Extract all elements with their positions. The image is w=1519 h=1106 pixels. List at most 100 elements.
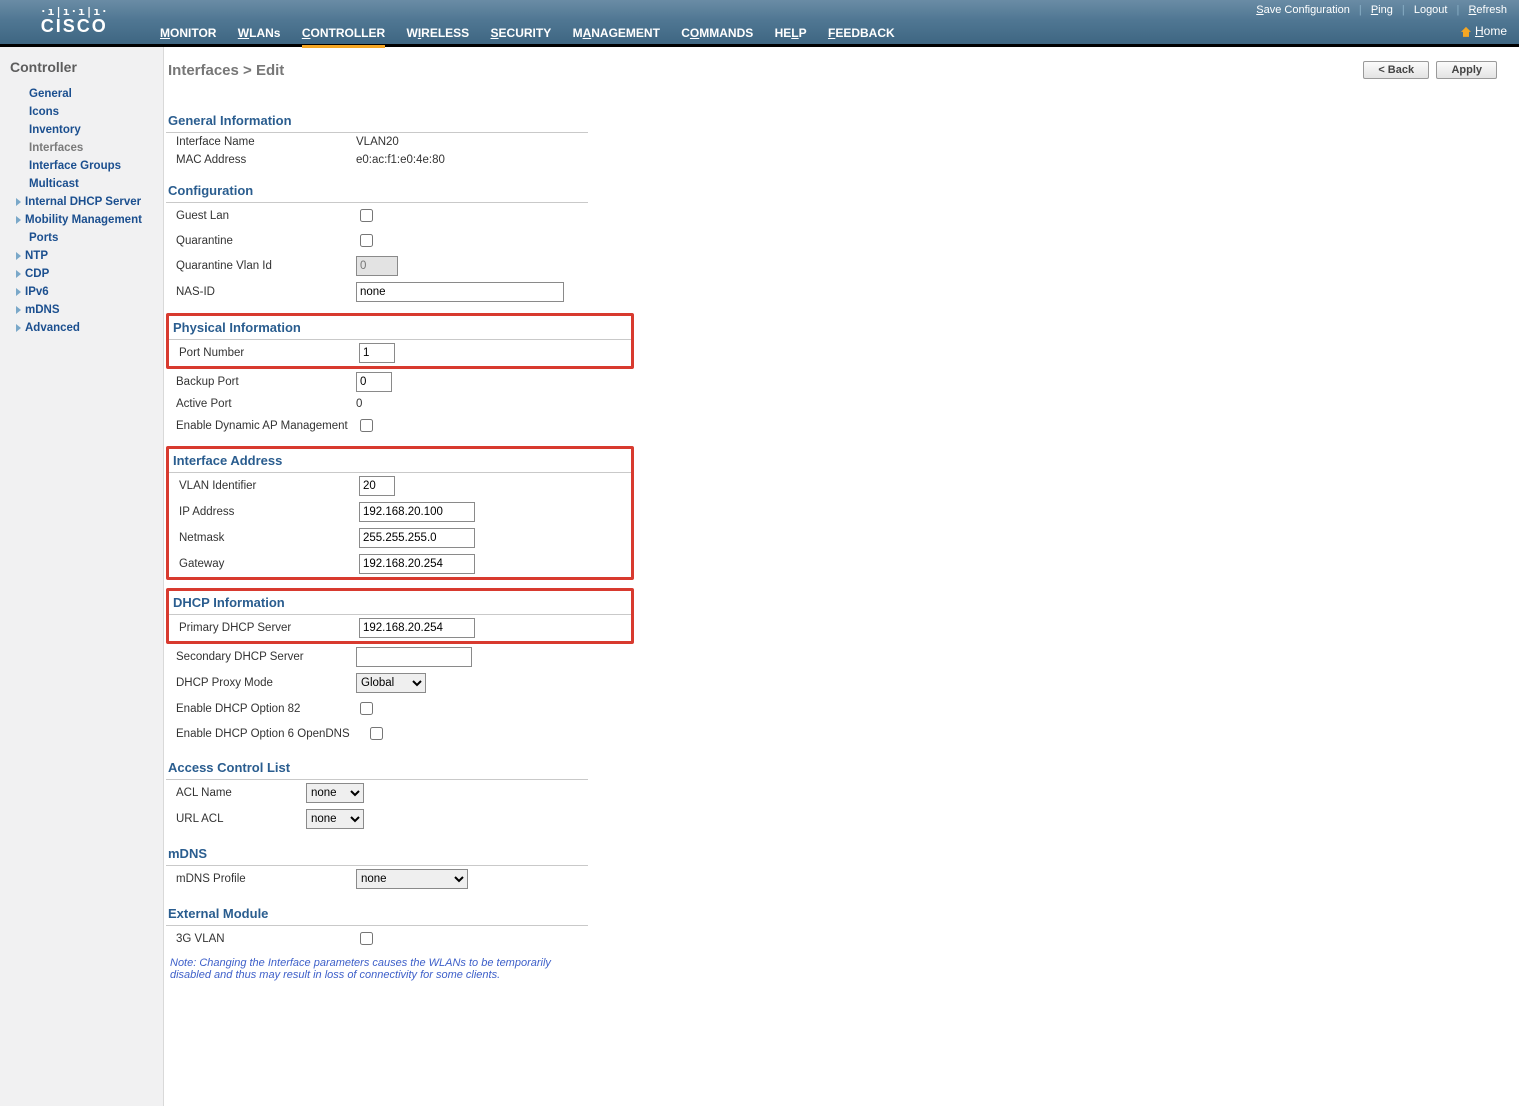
mdns-profile-select[interactable]: none (356, 869, 468, 889)
sidebar-item-ipv6[interactable]: IPv6 (4, 283, 159, 301)
section-external-module: External Module (166, 902, 588, 926)
sidebar-item-icons[interactable]: Icons (4, 103, 159, 121)
top-header: Save Configuration | Ping | Logout | Ref… (0, 0, 1519, 44)
quarantine-checkbox[interactable] (360, 234, 373, 247)
sidebar-item-internal-dhcp[interactable]: Internal DHCP Server (4, 193, 159, 211)
sidebar-item-cdp[interactable]: CDP (4, 265, 159, 283)
3g-vlan-label: 3G VLAN (166, 933, 356, 945)
caret-icon (16, 270, 21, 278)
netmask-label: Netmask (169, 532, 359, 544)
sidebar: Controller General Icons Inventory Inter… (0, 47, 164, 1106)
apply-button[interactable]: Apply (1436, 61, 1497, 79)
url-acl-select[interactable]: none (306, 809, 364, 829)
interface-name-value: VLAN20 (356, 136, 399, 148)
netmask-input[interactable] (359, 528, 475, 548)
dyn-ap-checkbox[interactable] (360, 419, 373, 432)
mac-address-value: e0:ac:f1:e0:4e:80 (356, 154, 445, 166)
refresh-link[interactable]: Refresh (1468, 4, 1507, 16)
footer-note: Note: Changing the Interface parameters … (166, 951, 570, 981)
active-port-label: Active Port (166, 398, 356, 410)
ip-address-label: IP Address (169, 506, 359, 518)
secondary-dhcp-input[interactable] (356, 647, 472, 667)
section-interface-address: Interface Address (169, 449, 631, 473)
nas-id-label: NAS-ID (166, 286, 356, 298)
section-mdns: mDNS (166, 842, 588, 866)
vlan-id-label: VLAN Identifier (169, 480, 359, 492)
sidebar-item-interface-groups[interactable]: Interface Groups (4, 157, 159, 175)
backup-port-input[interactable] (356, 372, 392, 392)
nav-wlans[interactable]: WLANs (238, 26, 281, 40)
vlan-id-input[interactable] (359, 476, 395, 496)
quarantine-label: Quarantine (166, 235, 356, 247)
caret-icon (16, 198, 21, 206)
active-port-value: 0 (356, 398, 362, 410)
nav-help[interactable]: HELP (775, 26, 807, 40)
mac-address-label: MAC Address (166, 154, 356, 166)
port-number-label: Port Number (169, 347, 359, 359)
sidebar-item-ports[interactable]: Ports (4, 229, 159, 247)
back-button[interactable]: < Back (1363, 61, 1429, 79)
interface-name-label: Interface Name (166, 136, 356, 148)
guest-lan-checkbox[interactable] (360, 209, 373, 222)
secondary-dhcp-label: Secondary DHCP Server (166, 651, 356, 663)
sidebar-item-multicast[interactable]: Multicast (4, 175, 159, 193)
url-acl-label: URL ACL (166, 813, 306, 825)
section-dhcp: DHCP Information (169, 591, 631, 615)
dhcp-proxy-label: DHCP Proxy Mode (166, 677, 356, 689)
save-configuration-link[interactable]: Save Configuration (1256, 4, 1350, 16)
cisco-logo: ·ı|ı·ı|ı· CISCO (40, 6, 109, 35)
primary-dhcp-input[interactable] (359, 618, 475, 638)
sidebar-item-mdns[interactable]: mDNS (4, 301, 159, 319)
main-nav: MONITOR WLANs CONTROLLER WIRELESS SECURI… (160, 26, 913, 40)
section-physical: Physical Information (169, 316, 631, 340)
sidebar-item-inventory[interactable]: Inventory (4, 121, 159, 139)
nav-wireless[interactable]: WIRELESS (407, 26, 470, 40)
content: Interfaces > Edit < Back Apply General I… (164, 47, 1519, 1106)
acl-name-label: ACL Name (166, 787, 306, 799)
page-breadcrumb: Interfaces > Edit (168, 62, 284, 79)
nas-id-input[interactable] (356, 282, 564, 302)
port-number-input[interactable] (359, 343, 395, 363)
logout-link[interactable]: Logout (1414, 4, 1448, 16)
dhcp-opt82-checkbox[interactable] (360, 702, 373, 715)
gateway-label: Gateway (169, 558, 359, 570)
caret-icon (16, 324, 21, 332)
sidebar-title: Controller (4, 55, 159, 85)
gateway-input[interactable] (359, 554, 475, 574)
sidebar-item-ntp[interactable]: NTP (4, 247, 159, 265)
nav-commands[interactable]: COMMANDS (681, 26, 753, 40)
nav-security[interactable]: SECURITY (491, 26, 552, 40)
caret-icon (16, 288, 21, 296)
primary-dhcp-label: Primary DHCP Server (169, 622, 359, 634)
nav-management[interactable]: MANAGEMENT (573, 26, 660, 40)
dhcp-proxy-select[interactable]: Global (356, 673, 426, 693)
caret-icon (16, 306, 21, 314)
sidebar-item-advanced[interactable]: Advanced (4, 319, 159, 337)
acl-name-select[interactable]: none (306, 783, 364, 803)
dhcp-opt6-label: Enable DHCP Option 6 OpenDNS (166, 728, 366, 740)
ping-link[interactable]: Ping (1371, 4, 1393, 16)
guest-lan-label: Guest Lan (166, 210, 356, 222)
ip-address-input[interactable] (359, 502, 475, 522)
highlight-interface-address: Interface Address VLAN Identifier IP Add… (166, 446, 634, 580)
sidebar-item-interfaces[interactable]: Interfaces (4, 139, 159, 157)
sidebar-item-mobility[interactable]: Mobility Management (4, 211, 159, 229)
nav-controller[interactable]: CONTROLLER (302, 26, 385, 48)
backup-port-label: Backup Port (166, 376, 356, 388)
home-link[interactable]: Home (1461, 24, 1507, 38)
highlight-dhcp: DHCP Information Primary DHCP Server (166, 588, 634, 644)
3g-vlan-checkbox[interactable] (360, 932, 373, 945)
quarantine-vlan-label: Quarantine Vlan Id (166, 260, 356, 272)
section-configuration: Configuration (166, 179, 588, 203)
quarantine-vlan-input (356, 256, 398, 276)
dhcp-opt6-checkbox[interactable] (370, 727, 383, 740)
highlight-physical: Physical Information Port Number (166, 313, 634, 369)
caret-icon (16, 252, 21, 260)
dyn-ap-label: Enable Dynamic AP Management (166, 420, 356, 432)
nav-feedback[interactable]: FEEDBACK (828, 26, 895, 40)
dhcp-opt82-label: Enable DHCP Option 82 (166, 703, 356, 715)
nav-monitor[interactable]: MONITOR (160, 26, 216, 40)
sidebar-item-general[interactable]: General (4, 85, 159, 103)
home-icon (1461, 27, 1471, 37)
caret-icon (16, 216, 21, 224)
